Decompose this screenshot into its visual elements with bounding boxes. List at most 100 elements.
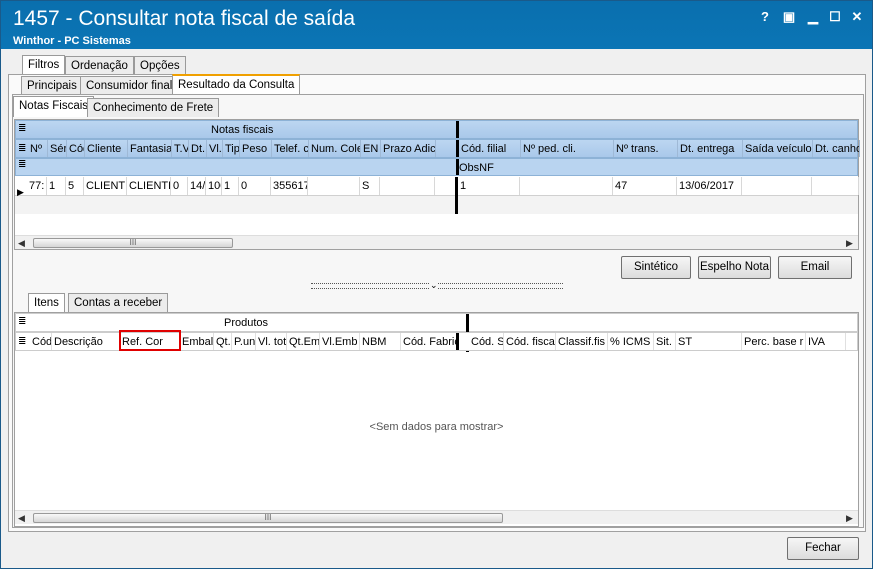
nf-cell-13: [380, 177, 435, 195]
nf-column-header-1[interactable]: Sér: [48, 140, 67, 157]
prod-column-header-right-2[interactable]: Classif.fis: [556, 333, 608, 350]
prod-column-header-right-0[interactable]: Cód. S: [469, 333, 504, 350]
chevron-down-icon[interactable]: ⌄: [430, 280, 438, 291]
tab-opcoes[interactable]: Opções: [134, 56, 186, 75]
scroll-right-icon[interactable]: ▶: [846, 236, 853, 250]
prod-column-header-7[interactable]: Qt.Em: [287, 333, 320, 350]
nf-cell-7: 100: [206, 177, 222, 195]
column-chooser-icon[interactable]: ≣: [18, 123, 26, 134]
nf-cell-11: [308, 177, 360, 195]
nf-column-header-2[interactable]: Cód: [67, 140, 85, 157]
nf-column-header-8[interactable]: Tip: [223, 140, 240, 157]
nf-group-title: Notas fiscais: [211, 124, 274, 136]
prod-column-header-right-5[interactable]: ST: [676, 333, 742, 350]
nf-column-header-right-0[interactable]: Cód. filial: [459, 140, 521, 157]
row-indicator-icon: ▶: [17, 187, 24, 197]
nf-column-header-5[interactable]: T.V: [172, 140, 189, 157]
produtos-horizontal-scrollbar[interactable]: ◀ III ▶: [15, 510, 858, 524]
scroll-left-icon[interactable]: ◀: [18, 236, 25, 250]
prod-column-header-4[interactable]: Qt.: [214, 333, 232, 350]
prod-column-header-0[interactable]: Cód: [30, 333, 52, 350]
nf-column-header-10[interactable]: Telef. c: [272, 140, 309, 157]
tab-principais[interactable]: Principais: [21, 76, 83, 95]
nf-grid: ≣ Notas fiscais ≣NºSérCódClienteFantasia…: [14, 119, 860, 250]
prod-column-header-right-4[interactable]: Sit.: [654, 333, 676, 350]
column-chooser-icon[interactable]: ≣: [18, 143, 26, 154]
prod-column-header-8[interactable]: Vl.Emb: [320, 333, 360, 350]
highlight-box: [119, 330, 181, 351]
column-chooser-icon[interactable]: ≣: [18, 336, 26, 347]
nf-cell-12: S: [360, 177, 380, 195]
nf-column-header-6[interactable]: Dt.: [189, 140, 207, 157]
nf-cell-10: 355617: [271, 177, 308, 195]
nf-cell-1: 1: [47, 177, 66, 195]
prod-column-header-9[interactable]: NBM: [360, 333, 401, 350]
close-icon[interactable]: ✕: [848, 9, 866, 25]
nf-column-header-right-5[interactable]: Dt. canho: [813, 140, 860, 157]
tab-itens[interactable]: Itens: [28, 293, 65, 314]
empty-message: <Sem dados para mostrar>: [369, 421, 504, 433]
prod-column-header-right-1[interactable]: Cód. fisca: [504, 333, 556, 350]
nf-cell-right-5: [812, 177, 859, 195]
prod-column-header-right-3[interactable]: % ICMS: [608, 333, 654, 350]
table-row[interactable]: 77:15CLIENTECLIENTE014/10010355617S14713…: [15, 177, 859, 196]
fechar-button[interactable]: Fechar: [787, 537, 859, 560]
prod-column-header-1[interactable]: Descrição: [52, 333, 120, 350]
tab-filtros[interactable]: Filtros: [22, 55, 66, 76]
nf-column-header-right-3[interactable]: Dt. entrega: [678, 140, 743, 157]
nf-cell-right-0: 1: [458, 177, 520, 195]
nf-column-header-right-4[interactable]: Saída veículo: [743, 140, 813, 157]
prod-column-header-3[interactable]: Embal: [180, 333, 214, 350]
tab-resultado-consulta[interactable]: Resultado da Consulta: [172, 74, 301, 95]
nf-cell-right-1: [520, 177, 613, 195]
prod-column-header-right-7[interactable]: IVA: [806, 333, 846, 350]
produtos-group-title: Produtos: [224, 317, 269, 329]
nf-column-header-4[interactable]: Fantasia: [128, 140, 172, 157]
tab-conhecimento-frete[interactable]: Conhecimento de Frete: [87, 98, 220, 117]
empty-row: [15, 196, 858, 214]
espelho-nota-button[interactable]: Espelho Nota: [698, 256, 771, 279]
column-chooser-icon[interactable]: ≣: [18, 316, 26, 327]
nf-cell-6: 14/: [188, 177, 206, 195]
restore-icon[interactable]: ▣: [780, 9, 798, 25]
nf-horizontal-scrollbar[interactable]: ◀ III ▶: [15, 235, 858, 249]
nf-group-header: ≣ Notas fiscais: [15, 120, 858, 139]
nf-column-header-11[interactable]: Num. Cole: [309, 140, 361, 157]
nf-column-header-0[interactable]: Nº: [28, 140, 48, 157]
minimize-icon[interactable]: ▁: [804, 9, 822, 25]
help-icon[interactable]: ?: [756, 9, 774, 25]
nf-column-header-right-2[interactable]: Nº trans.: [614, 140, 678, 157]
nf-column-header-right-1[interactable]: Nº ped. cli.: [521, 140, 614, 157]
scroll-right-icon[interactable]: ▶: [846, 511, 853, 525]
nf-column-header-12[interactable]: EN: [361, 140, 381, 157]
nf-cell-3: CLIENTE: [84, 177, 127, 195]
title-bar: 1457 - Consultar nota fiscal de saída Wi…: [1, 1, 872, 49]
email-button[interactable]: Email: [778, 256, 852, 279]
obsnf-label: ObsNF: [459, 162, 494, 174]
maximize-icon[interactable]: ☐: [826, 9, 844, 25]
tab-notas-fiscais[interactable]: Notas Fiscais: [13, 96, 95, 117]
nf-cell-2: 5: [66, 177, 84, 195]
tab-contas-receber[interactable]: Contas a receber: [68, 293, 169, 312]
tab-ordenacao[interactable]: Ordenação: [65, 56, 134, 75]
window-subtitle: Winthor - PC Sistemas: [13, 35, 131, 47]
nf-column-header-13[interactable]: Prazo Adic: [381, 140, 436, 157]
prod-column-header-6[interactable]: Vl. tot: [256, 333, 287, 350]
prod-column-header-10[interactable]: Cód. Fabric: [401, 333, 459, 350]
nf-column-header-9[interactable]: Peso: [240, 140, 272, 157]
scroll-thumb[interactable]: III: [33, 513, 503, 523]
prod-column-header-5[interactable]: P.un: [232, 333, 256, 350]
prod-column-header-right-6[interactable]: Perc. base r: [742, 333, 806, 350]
nf-cell-5: 0: [171, 177, 188, 195]
nf-cell-4: CLIENTE: [127, 177, 171, 195]
nf-cell-right-3: 13/06/2017: [677, 177, 742, 195]
scroll-left-icon[interactable]: ◀: [18, 511, 25, 525]
nf-column-header: ≣NºSérCódClienteFantasiaT.VDt.Vl.tTipPes…: [15, 139, 860, 158]
scroll-thumb[interactable]: III: [33, 238, 233, 248]
sintetico-button[interactable]: Sintético: [621, 256, 691, 279]
produtos-grid: ≣ Produtos ≣ Cód Descrição Ref. Cor Embal Qt.…: [14, 312, 859, 527]
nf-column-header-3[interactable]: Cliente: [85, 140, 128, 157]
nf-cell-right-4: [742, 177, 812, 195]
nf-column-header-7[interactable]: Vl.t: [207, 140, 223, 157]
tab-consumidor-final[interactable]: Consumidor final: [80, 76, 179, 95]
